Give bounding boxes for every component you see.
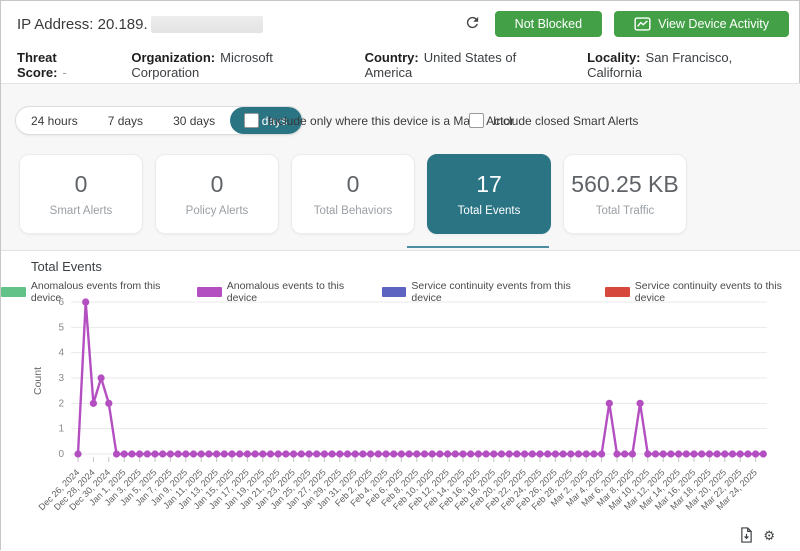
card-total-behaviors[interactable]: 0 Total Behaviors <box>291 154 415 234</box>
threat-score: Threat Score:- <box>17 50 109 80</box>
smart-alerts-label: Smart Alerts <box>50 205 113 217</box>
total-traffic-value: 560.25 KB <box>571 171 678 198</box>
threat-score-label: Threat Score: <box>17 50 57 80</box>
view-device-activity-label: View Device Activity <box>658 17 769 31</box>
policy-alerts-label: Policy Alerts <box>186 205 249 217</box>
total-behaviors-value: 0 <box>347 171 360 198</box>
card-total-events[interactable]: 17 Total Events <box>427 154 551 234</box>
svg-text:0: 0 <box>58 449 64 460</box>
ip-address-text: IP Address: 20.189. <box>17 16 148 33</box>
total-events-chart-panel: Total Events Anomalous events from this … <box>1 251 800 551</box>
organization: Organization:Microsoft Corporation <box>131 50 342 80</box>
threat-score-value: - <box>62 65 66 80</box>
page-header: IP Address: 20.189. Not Blocked View Dev… <box>17 9 789 39</box>
not-blocked-button[interactable]: Not Blocked <box>495 11 602 37</box>
card-policy-alerts[interactable]: 0 Policy Alerts <box>155 154 279 234</box>
chart-toolbar: ⚙ <box>740 527 775 543</box>
svg-text:1: 1 <box>58 424 64 435</box>
major-actor-checkbox[interactable] <box>244 113 259 128</box>
country: Country:United States of America <box>365 50 566 80</box>
view-device-activity-button[interactable]: View Device Activity <box>614 11 789 37</box>
refresh-button[interactable] <box>462 12 483 36</box>
range-7-days[interactable]: 7 days <box>93 107 158 134</box>
svg-text:5: 5 <box>58 322 64 333</box>
stat-cards-row: 0 Smart Alerts 0 Policy Alerts 0 Total B… <box>19 154 687 234</box>
smart-alerts-value: 0 <box>75 171 88 198</box>
locality: Locality:San Francisco, California <box>587 50 789 80</box>
not-blocked-label: Not Blocked <box>515 17 582 31</box>
svg-text:6: 6 <box>58 297 64 308</box>
device-summary-page: { "colors": { "teal_accent": "#2a7484", … <box>0 0 800 550</box>
ip-redacted-blur <box>151 16 263 33</box>
range-24-hours[interactable]: 24 hours <box>16 107 93 134</box>
range-30-days[interactable]: 30 days <box>158 107 230 134</box>
selected-card-underline <box>407 246 549 248</box>
organization-label: Organization: <box>131 50 215 65</box>
filter-section: 24 hours 7 days 30 days 90 days Include … <box>1 83 800 251</box>
gear-icon[interactable]: ⚙ <box>763 529 775 542</box>
svg-text:Count: Count <box>32 367 44 395</box>
card-smart-alerts[interactable]: 0 Smart Alerts <box>19 154 143 234</box>
closed-alerts-checkbox[interactable] <box>469 113 484 128</box>
svg-text:2: 2 <box>58 398 64 409</box>
export-icon[interactable] <box>740 527 753 543</box>
activity-chart-icon <box>634 17 651 31</box>
country-label: Country: <box>365 50 419 65</box>
locality-label: Locality: <box>587 50 640 65</box>
device-info-row: Threat Score:- Organization:Microsoft Co… <box>17 50 789 80</box>
card-total-traffic[interactable]: 560.25 KB Total Traffic <box>563 154 687 234</box>
policy-alerts-value: 0 <box>211 171 224 198</box>
page-title: IP Address: 20.189. <box>17 16 263 33</box>
svg-text:3: 3 <box>58 373 64 384</box>
closed-alerts-filter: Include closed Smart Alerts <box>469 113 638 128</box>
svg-text:4: 4 <box>58 348 64 359</box>
total-events-label: Total Events <box>458 205 521 217</box>
total-events-value: 17 <box>476 171 502 198</box>
total-events-line-chart: 0123456CountDec 26, 2024Dec 28, 2024Dec … <box>1 251 800 551</box>
total-traffic-label: Total Traffic <box>596 205 655 217</box>
refresh-icon <box>464 14 481 34</box>
closed-alerts-label: Include closed Smart Alerts <box>493 114 638 128</box>
total-behaviors-label: Total Behaviors <box>314 205 393 217</box>
